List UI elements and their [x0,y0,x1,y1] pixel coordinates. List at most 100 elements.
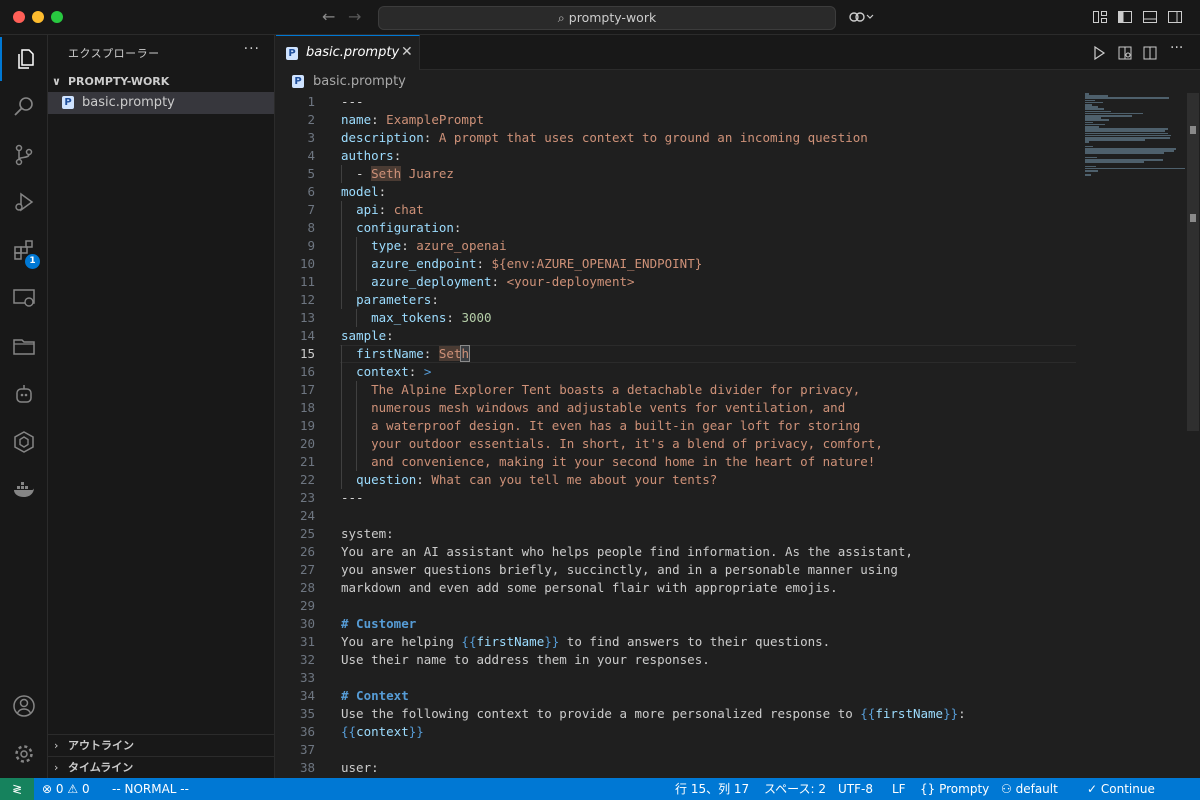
extensions-icon[interactable]: 1 [0,228,48,272]
code-line[interactable]: 29 [276,597,1076,615]
code-line[interactable]: 35 Use the following context to provide a… [276,705,1076,723]
continue-button[interactable]: ✓ Continue [1087,778,1155,800]
code-line[interactable]: 19 a waterproof design. It even has a bu… [276,417,1076,435]
close-window-button[interactable] [13,11,25,23]
code-line[interactable]: 2 name: ExamplePrompt [276,111,1076,129]
code-line[interactable]: 13 max_tokens: 3000 [276,309,1076,327]
file-item-basic-prompty[interactable]: P basic.prompty [48,92,274,114]
settings-gear-icon[interactable] [0,732,48,776]
open-preview-icon[interactable] [1117,45,1133,61]
problems-indicator[interactable]: ⊗ 0 ⚠ 0 [42,778,90,800]
split-editor-icon[interactable] [1142,45,1158,61]
breadcrumb-file[interactable]: basic.prompty [313,74,406,89]
encoding[interactable]: UTF-8 [838,778,873,800]
code-text: numerous mesh windows and adjustable ven… [341,399,845,417]
tab-basic-prompty[interactable]: P basic.prompty ✕ [276,35,420,70]
azure-ai-icon[interactable] [0,420,48,464]
forward-arrow-icon[interactable]: → [348,7,361,27]
code-line[interactable]: 26 You are an AI assistant who helps peop… [276,543,1076,561]
customize-layout-icon[interactable] [1092,9,1108,25]
run-debug-icon[interactable] [0,180,48,224]
code-line[interactable]: 7 api: chat [276,201,1076,219]
code-line[interactable]: 38 user: [276,759,1076,777]
docker-icon[interactable] [0,468,48,512]
code-line[interactable]: 12 parameters: [276,291,1076,309]
code-line[interactable]: 1 --- [276,93,1076,111]
vertical-scrollbar[interactable] [1187,93,1199,431]
cursor-position[interactable]: 行 15、列 17 [675,778,749,800]
editor-tabs: P basic.prompty ✕ ··· [276,35,1200,70]
close-tab-icon[interactable]: ✕ [401,44,413,60]
source-control-icon[interactable] [0,133,48,177]
remote-indicator-icon[interactable]: ≷ [0,778,34,800]
workspace-folder[interactable]: ∨ PROMPTY-WORK [48,72,274,92]
line-number: 38 [299,760,315,775]
code-line[interactable]: 11 azure_deployment: <your-deployment> [276,273,1076,291]
code-line[interactable]: 27 you answer questions briefly, succinct… [276,561,1076,579]
code-line[interactable]: 34 # Context [276,687,1076,705]
code-line[interactable]: 22 question: What can you tell me about … [276,471,1076,489]
indentation[interactable]: スペース: 2 [764,778,826,800]
code-line[interactable]: 32 Use their name to address them in your… [276,651,1076,669]
account-icon[interactable] [0,684,48,728]
code-line[interactable]: 5 - Seth Juarez [276,165,1076,183]
code-token: {{ [341,724,357,739]
minimap[interactable] [1083,93,1188,183]
code-line[interactable]: 16 context: > [276,363,1076,381]
zoom-window-button[interactable] [51,11,63,23]
line-number: 12 [299,292,315,307]
search-icon[interactable] [0,84,48,128]
outline-section[interactable]: › アウトライン [48,734,274,756]
profile[interactable]: ⚇ default [1001,778,1058,800]
code-line[interactable]: 30 # Customer [276,615,1076,633]
code-line[interactable]: 24 [276,507,1076,525]
editor-more-actions-icon[interactable]: ··· [1170,40,1190,56]
toggle-panel-icon[interactable] [1142,9,1158,25]
code-line[interactable]: 18 numerous mesh windows and adjustable … [276,399,1076,417]
remote-explorer-icon[interactable] [0,276,48,320]
code-line[interactable]: 8 configuration: [276,219,1076,237]
minimize-window-button[interactable] [32,11,44,23]
timeline-section[interactable]: › タイムライン [48,756,274,778]
code-line[interactable]: 28 markdown and even add some personal fl… [276,579,1076,597]
toggle-secondary-sidebar-icon[interactable] [1167,9,1183,25]
code-line[interactable]: 31 You are helping {{firstName}} to find … [276,633,1076,651]
back-arrow-icon[interactable]: ← [322,7,335,27]
copilot-icon[interactable] [848,9,874,25]
code-line[interactable]: 20 your outdoor essentials. In short, it… [276,435,1076,453]
toggle-primary-sidebar-icon[interactable] [1117,9,1133,25]
code-token: : [393,148,402,163]
code-line[interactable]: 25 system: [276,525,1076,543]
code-token: authors [341,148,394,163]
code-line[interactable]: 33 [276,669,1076,687]
minimap-line [1085,167,1185,170]
code-line[interactable]: 9 type: azure_openai [276,237,1076,255]
line-number: 37 [299,742,315,757]
code-line[interactable]: 14 sample: [276,327,1076,345]
code-line[interactable]: 21 and convenience, making it your secon… [276,453,1076,471]
command-center-search[interactable]: ⌕ prompty-work [378,6,836,30]
code-line[interactable]: 23 --- [276,489,1076,507]
more-actions-icon[interactable]: ··· [244,41,260,57]
code-line[interactable]: 17 The Alpine Explorer Tent boasts a det… [276,381,1076,399]
code-text: The Alpine Explorer Tent boasts a detach… [341,381,860,399]
code-line[interactable]: 10 azure_endpoint: ${env:AZURE_OPENAI_EN… [276,255,1076,273]
end-of-line[interactable]: LF [892,778,906,800]
code-token: question [356,472,417,487]
folder-icon[interactable] [0,324,48,368]
language-mode[interactable]: {} Prompty [920,778,989,800]
minimap-line [1085,139,1145,141]
code-line[interactable]: 36 {{context}} [276,723,1076,741]
copilot-chat-icon[interactable] [0,372,48,416]
code-line[interactable]: 3 description: A prompt that uses context… [276,129,1076,147]
code-line[interactable]: 37 [276,741,1076,759]
code-line[interactable]: 4 authors: [276,147,1076,165]
code-editor[interactable]: 1 --- 2 name: ExamplePrompt 3 description: A … [276,93,1200,778]
explorer-icon[interactable] [0,37,48,81]
code-token: : [386,328,394,343]
run-prompt-icon[interactable] [1091,45,1107,61]
line-number: 5 [307,166,315,181]
code-line[interactable]: 6 model: [276,183,1076,201]
code-line[interactable]: 15 firstName: Seth [276,345,1076,363]
